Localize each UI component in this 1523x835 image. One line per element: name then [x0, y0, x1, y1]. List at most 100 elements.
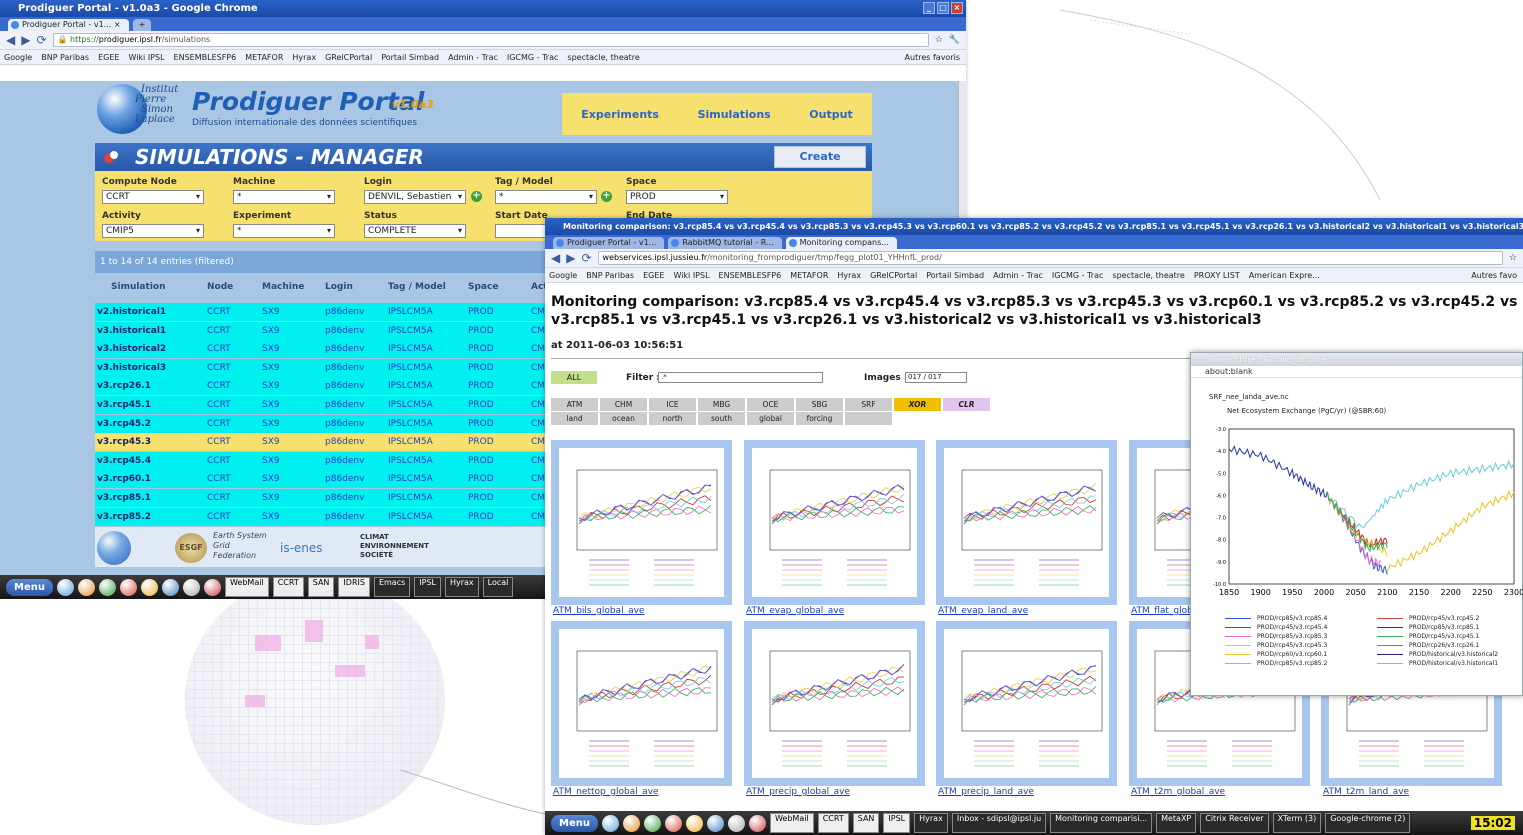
plot-thumbnail[interactable]: [936, 621, 1117, 786]
plot-link[interactable]: ATM_precip_global_ave: [746, 787, 850, 797]
other-bookmarks[interactable]: Autres favoris: [905, 50, 966, 64]
machine-select[interactable]: *: [233, 190, 335, 204]
taskbar-item[interactable]: Monitoring comparisi...: [1050, 813, 1153, 833]
taskbar-app-icon[interactable]: [77, 578, 95, 596]
taskbar-item[interactable]: XTerm (3): [1272, 813, 1322, 833]
bookmark-item[interactable]: Admin - Trac: [993, 268, 1043, 282]
bookmark-item[interactable]: ENSEMBLESFP6: [719, 268, 782, 282]
plot-thumbnail[interactable]: [744, 621, 925, 786]
star-icon[interactable]: ☆: [935, 35, 943, 45]
plot-thumbnail[interactable]: [936, 440, 1117, 605]
bookmark-item[interactable]: GRelCPortal: [870, 268, 917, 282]
taskbar-item[interactable]: Citrix Receiver: [1200, 813, 1269, 833]
column-header[interactable]: Space: [468, 278, 498, 296]
wrench-icon[interactable]: 🔧: [949, 35, 960, 45]
experiment-select[interactable]: *: [233, 224, 335, 238]
column-header[interactable]: Tag / Model: [388, 278, 446, 296]
category-button[interactable]: CHM: [600, 398, 647, 411]
region-button[interactable]: global: [747, 412, 794, 425]
add-login-icon[interactable]: +: [471, 191, 482, 202]
taskbar-app-icon[interactable]: [706, 814, 724, 832]
column-header[interactable]: Machine: [262, 278, 304, 296]
taskbar-item[interactable]: CCRT: [272, 577, 304, 597]
filter-input[interactable]: .*: [658, 372, 823, 383]
taskbar-item[interactable]: WebMail: [224, 577, 269, 597]
region-button[interactable]: forcing: [796, 412, 843, 425]
bookmark-item[interactable]: IGCMG - Trac: [507, 50, 559, 64]
bookmark-item[interactable]: GRelCPortal: [325, 50, 372, 64]
category-button[interactable]: MBG: [698, 398, 745, 411]
back-icon[interactable]: ◀: [6, 33, 15, 47]
add-tag-icon[interactable]: +: [601, 191, 612, 202]
bookmark-item[interactable]: EGEE: [98, 50, 119, 64]
taskbar-app-icon[interactable]: [727, 814, 745, 832]
reload-icon[interactable]: ⟳: [36, 33, 46, 47]
taskbar-item[interactable]: SAN: [852, 813, 880, 833]
category-button[interactable]: OCE: [747, 398, 794, 411]
column-header[interactable]: Login: [325, 278, 353, 296]
close-icon[interactable]: ×: [951, 2, 963, 14]
popup-titlebar[interactable]: Same Store - Google Chrome: [1191, 353, 1522, 366]
bookmark-item[interactable]: EGEE: [643, 268, 664, 282]
bookmark-item[interactable]: BNP Paribas: [41, 50, 89, 64]
space-select[interactable]: PROD: [626, 190, 728, 204]
taskbar-item[interactable]: MetaXP: [1156, 813, 1197, 833]
plot-link[interactable]: ATM_t2m_land_ave: [1323, 787, 1409, 797]
taskbar-app-icon[interactable]: [182, 578, 200, 596]
taskbar-item[interactable]: SAN: [307, 577, 335, 597]
column-header[interactable]: Simulation: [111, 278, 166, 296]
plot-link[interactable]: ATM_evap_global_ave: [746, 606, 844, 616]
bookmark-item[interactable]: PROXY LIST: [1194, 268, 1240, 282]
other-bookmarks[interactable]: Autres favo: [1471, 268, 1523, 282]
region-button[interactable]: ocean: [600, 412, 647, 425]
plot-link[interactable]: ATM_t2m_global_ave: [1131, 787, 1225, 797]
bookmark-item[interactable]: American Expre...: [1249, 268, 1320, 282]
bookmark-item[interactable]: Google: [4, 50, 32, 64]
bookmark-item[interactable]: spectacle, theatre: [567, 50, 639, 64]
taskbar-app-icon[interactable]: [119, 578, 137, 596]
browser-tab[interactable]: RabbitMQ tutorial - R...: [668, 237, 782, 249]
category-button[interactable]: SRF: [845, 398, 892, 411]
bookmark-item[interactable]: IGCMG - Trac: [1052, 268, 1104, 282]
bookmark-item[interactable]: Portail Simbad: [381, 50, 439, 64]
forward-icon[interactable]: ▶: [21, 33, 30, 47]
plot-link[interactable]: ATM_precip_land_ave: [938, 787, 1034, 797]
create-button[interactable]: Create: [774, 146, 866, 168]
bookmark-item[interactable]: Admin - Trac: [448, 50, 498, 64]
bookmark-item[interactable]: Hyrax: [292, 50, 316, 64]
taskbar-app-icon[interactable]: [748, 814, 766, 832]
taskbar-app-icon[interactable]: [161, 578, 179, 596]
taskbar-app-icon[interactable]: [56, 578, 74, 596]
plot-link[interactable]: ATM_bils_global_ave: [553, 606, 644, 616]
region-button[interactable]: south: [698, 412, 745, 425]
region-button[interactable]: north: [649, 412, 696, 425]
taskbar-item[interactable]: Hyrax: [444, 577, 479, 597]
taskbar-app-icon[interactable]: [685, 814, 703, 832]
taskbar-item[interactable]: Google-chrome (2): [1325, 813, 1411, 833]
browser-tab[interactable]: Prodiguer Portal - v1...: [553, 237, 665, 249]
bookmark-item[interactable]: Google: [549, 268, 577, 282]
all-button[interactable]: ALL: [551, 371, 597, 384]
plot-link[interactable]: ATM_evap_land_ave: [938, 606, 1028, 616]
star-icon[interactable]: ☆: [1509, 253, 1517, 263]
tag-model-select[interactable]: *: [495, 190, 597, 204]
region-button[interactable]: land: [551, 412, 598, 425]
taskbar-app-icon[interactable]: [203, 578, 221, 596]
taskbar-item[interactable]: Inbox - sdipsl@ipsl.ju: [951, 813, 1047, 833]
forward-icon[interactable]: ▶: [566, 251, 575, 265]
plot-link[interactable]: ATM_nettop_global_ave: [553, 787, 659, 797]
plot-thumbnail[interactable]: [551, 440, 732, 605]
browser-tab[interactable]: Prodiguer Portal - v1... ×: [8, 19, 129, 31]
popup-address[interactable]: about:blank: [1191, 366, 1522, 378]
compute-node-select[interactable]: CCRT: [102, 190, 204, 204]
taskbar-item[interactable]: IDRIS: [338, 577, 370, 597]
bookmark-item[interactable]: Wiki IPSL: [128, 50, 164, 64]
activity-select[interactable]: CMIP5: [102, 224, 204, 238]
category-button[interactable]: CLR: [943, 398, 990, 411]
category-button[interactable]: ATM: [551, 398, 598, 411]
status-select[interactable]: COMPLETE: [364, 224, 466, 238]
bookmark-item[interactable]: BNP Paribas: [586, 268, 634, 282]
bookmark-item[interactable]: Wiki IPSL: [673, 268, 709, 282]
plot-thumbnail[interactable]: [551, 621, 732, 786]
taskbar-item[interactable]: Emacs: [373, 577, 411, 597]
